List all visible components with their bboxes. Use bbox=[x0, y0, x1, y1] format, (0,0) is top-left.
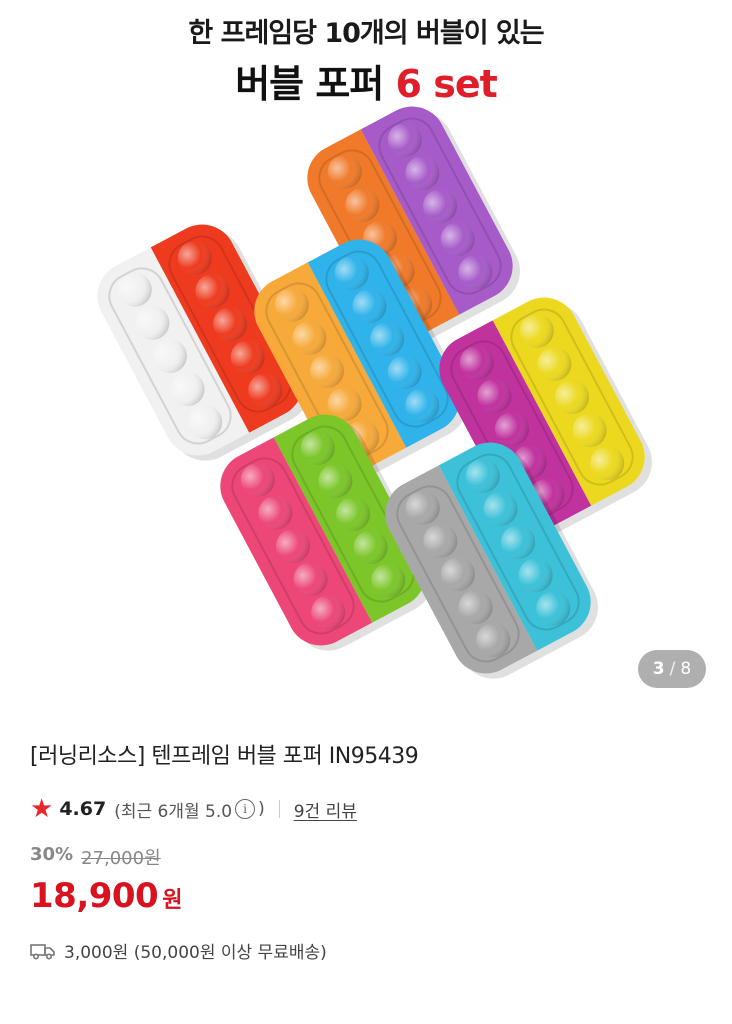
shipping-row: 3,000원 (50,000원 이상 무료배송) bbox=[30, 938, 710, 963]
product-title: [러닝리소스] 텐프레임 버블 포퍼 IN95439 bbox=[30, 744, 419, 769]
info-icon[interactable]: i bbox=[235, 799, 256, 819]
recent-rating: (최근 6개월 5.0 i ) bbox=[114, 797, 265, 822]
sale-row: 18,900 원 bbox=[30, 876, 710, 916]
reviews-link[interactable]: 9건 리뷰 bbox=[294, 797, 357, 822]
discount-row: 30% 27,000원 bbox=[30, 844, 710, 870]
rating-row: ★ 4.67 (최근 6개월 5.0 i ) 9건 리뷰 bbox=[30, 794, 710, 824]
recent-rating-suffix: ) bbox=[258, 799, 265, 819]
headline-line1: 한 프레임당 10개의 버블이 있는 bbox=[188, 18, 544, 49]
gallery-separator: / bbox=[669, 659, 676, 679]
hero-headline: 한 프레임당 10개의 버블이 있는 버블 포퍼 6 set bbox=[0, 14, 732, 110]
sale-price: 18,900 bbox=[30, 876, 159, 916]
discount-rate: 30% bbox=[30, 844, 74, 865]
product-info: [러닝리소스] 텐프레임 버블 포퍼 IN95439 ★ 4.67 (최근 6개… bbox=[30, 740, 710, 963]
headline-accent: 6 set bbox=[395, 62, 498, 106]
headline-main: 버블 포퍼 bbox=[235, 62, 384, 106]
gallery-page-indicator: 3 / 8 bbox=[638, 650, 706, 688]
divider bbox=[278, 800, 280, 818]
product-image-gallery[interactable]: 한 프레임당 10개의 버블이 있는 버블 포퍼 6 set 3 / 8 bbox=[0, 0, 732, 712]
gallery-current-page: 3 bbox=[652, 659, 665, 679]
price-block: 30% 27,000원 18,900 원 bbox=[30, 844, 710, 916]
headline-line2: 버블 포퍼 6 set bbox=[0, 58, 732, 110]
sale-price-unit: 원 bbox=[162, 888, 183, 913]
shipping-text: 3,000원 (50,000원 이상 무료배송) bbox=[64, 943, 327, 963]
recent-rating-prefix: (최근 6개월 5.0 bbox=[114, 801, 233, 822]
star-icon: ★ bbox=[30, 794, 54, 824]
rating-score: 4.67 bbox=[59, 798, 107, 820]
gallery-total-pages: 8 bbox=[680, 659, 692, 679]
truck-icon bbox=[30, 943, 55, 960]
original-price: 27,000원 bbox=[81, 848, 161, 869]
